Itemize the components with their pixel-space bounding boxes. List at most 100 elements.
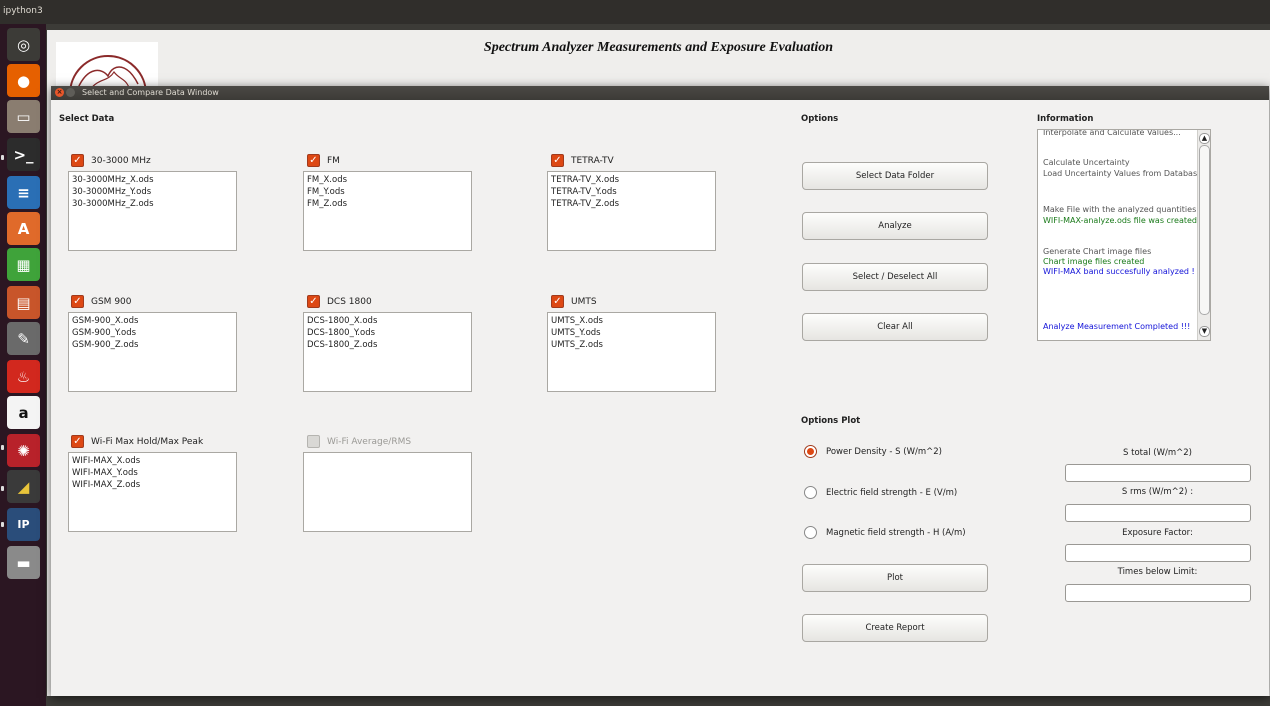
radio-label: Power Density - S (W/m^2) — [826, 446, 942, 457]
list-item[interactable]: WIFI-MAX_Y.ods — [72, 467, 233, 479]
group-label: UMTS — [571, 296, 597, 307]
list-item[interactable]: WIFI-MAX_X.ods — [72, 455, 233, 467]
analyze-button[interactable]: Analyze — [802, 212, 988, 240]
list-item[interactable]: FM_Y.ods — [307, 186, 468, 198]
group-label: Wi-Fi Max Hold/Max Peak — [91, 436, 204, 447]
chevron-up-icon[interactable]: ▲ — [1199, 133, 1210, 144]
exposure-factor-field[interactable] — [1065, 544, 1251, 562]
log-scrollbar[interactable]: ▲ ▼ — [1197, 130, 1210, 340]
list-item[interactable]: UMTS_Z.ods — [551, 339, 712, 351]
select-deselect-all-button[interactable]: Select / Deselect All — [802, 263, 988, 291]
log-line: Load Uncertainty Values from Database — [1043, 169, 1203, 178]
software-center-icon[interactable]: A — [7, 212, 40, 245]
file-list-fm[interactable]: FM_X.ods FM_Y.ods FM_Z.ods — [303, 171, 472, 251]
log-line: Generate Chart image files — [1043, 247, 1152, 256]
list-item[interactable]: TETRA-TV_Z.ods — [551, 198, 712, 210]
writer-icon[interactable]: ≡ — [7, 176, 40, 209]
log-line: WIFI-MAX-analyze.ods file was created — [1043, 216, 1197, 225]
information-heading: Information — [1037, 114, 1094, 124]
list-item[interactable]: GSM-900_Z.ods — [72, 339, 233, 351]
group-label: TETRA-TV — [571, 155, 614, 166]
main-window-title: Spectrum Analyzer Measurements and Expos… — [483, 40, 834, 55]
list-item[interactable]: TETRA-TV_Y.ods — [551, 186, 712, 198]
s-rms-field[interactable] — [1065, 504, 1251, 522]
launcher-running-indicator — [1, 445, 4, 450]
fire-icon[interactable]: ♨ — [7, 360, 40, 393]
launcher-running-indicator — [1, 522, 4, 527]
settings-icon[interactable]: ✎ — [7, 322, 40, 355]
list-item[interactable]: TETRA-TV_X.ods — [551, 174, 712, 186]
list-item[interactable]: DCS-1800_Y.ods — [307, 327, 468, 339]
list-item[interactable]: 30-3000MHz_Y.ods — [72, 186, 233, 198]
radio-power-density[interactable]: Power Density - S (W/m^2) — [804, 445, 942, 458]
list-item[interactable]: WIFI-MAX_Z.ods — [72, 479, 233, 491]
group-label: 30-3000 MHz — [91, 155, 151, 166]
file-list-wifi-max[interactable]: WIFI-MAX_X.ods WIFI-MAX_Y.ods WIFI-MAX_Z… — [68, 452, 237, 532]
close-icon[interactable]: × — [55, 88, 64, 97]
scrollbar-thumb[interactable] — [1199, 145, 1210, 315]
checkbox-checked-icon: ✓ — [307, 154, 320, 167]
checkbox-checked-icon: ✓ — [71, 435, 84, 448]
times-below-limit-field[interactable] — [1065, 584, 1251, 602]
ruler-icon[interactable]: ◢ — [7, 470, 40, 503]
checkbox-checked-icon: ✓ — [71, 295, 84, 308]
options-plot-heading: Options Plot — [801, 416, 861, 426]
radio-label: Electric field strength - E (V/m) — [826, 487, 958, 498]
list-item[interactable]: UMTS_X.ods — [551, 315, 712, 327]
terminal-icon[interactable]: >_ — [7, 138, 40, 171]
list-item[interactable]: FM_Z.ods — [307, 198, 468, 210]
file-list-umts[interactable]: UMTS_X.ods UMTS_Y.ods UMTS_Z.ods — [547, 312, 716, 392]
amazon-icon[interactable]: a — [7, 396, 40, 429]
firefox-icon[interactable]: ● — [7, 64, 40, 97]
group-tetra-tv-checkbox[interactable]: ✓ TETRA-TV — [551, 154, 614, 167]
radio-label: Magnetic field strength - H (A/m) — [826, 527, 966, 538]
group-dcs1800-checkbox[interactable]: ✓ DCS 1800 — [307, 295, 372, 308]
chevron-down-icon[interactable]: ▼ — [1199, 326, 1210, 337]
impress-icon[interactable]: ▤ — [7, 286, 40, 319]
radio-electric-field[interactable]: Electric field strength - E (V/m) — [804, 486, 957, 499]
list-item[interactable]: GSM-900_X.ods — [72, 315, 233, 327]
group-label: FM — [327, 155, 340, 166]
drive-icon[interactable]: ▬ — [7, 546, 40, 579]
s-rms-label: S rms (W/m^2) : — [1121, 487, 1194, 497]
list-item[interactable]: DCS-1800_Z.ods — [307, 339, 468, 351]
group-wifi-average-checkbox[interactable]: Wi-Fi Average/RMS — [307, 435, 411, 448]
list-item[interactable]: DCS-1800_X.ods — [307, 315, 468, 327]
radio-unselected-icon — [804, 526, 817, 539]
group-30-3000mhz-checkbox[interactable]: ✓ 30-3000 MHz — [71, 154, 151, 167]
s-total-field[interactable] — [1065, 464, 1251, 482]
list-item[interactable]: FM_X.ods — [307, 174, 468, 186]
calc-icon[interactable]: ▦ — [7, 248, 40, 281]
log-line: Chart image files created — [1043, 257, 1145, 266]
file-list-30-3000mhz[interactable]: 30-3000MHz_X.ods 30-3000MHz_Y.ods 30-300… — [68, 171, 237, 251]
group-label: GSM 900 — [91, 296, 132, 307]
web-icon[interactable]: ✺ — [7, 434, 40, 467]
group-fm-checkbox[interactable]: ✓ FM — [307, 154, 340, 167]
file-list-gsm900[interactable]: GSM-900_X.ods GSM-900_Y.ods GSM-900_Z.od… — [68, 312, 237, 392]
radio-magnetic-field[interactable]: Magnetic field strength - H (A/m) — [804, 526, 966, 539]
checkbox-checked-icon: ✓ — [71, 154, 84, 167]
list-item[interactable]: GSM-900_Y.ods — [72, 327, 233, 339]
select-data-heading: Select Data — [59, 114, 115, 124]
group-wifi-max-checkbox[interactable]: ✓ Wi-Fi Max Hold/Max Peak — [71, 435, 203, 448]
ipython-icon[interactable]: IP — [7, 508, 40, 541]
create-report-button[interactable]: Create Report — [802, 614, 988, 642]
group-gsm900-checkbox[interactable]: ✓ GSM 900 — [71, 295, 132, 308]
group-umts-checkbox[interactable]: ✓ UMTS — [551, 295, 597, 308]
file-list-dcs1800[interactable]: DCS-1800_X.ods DCS-1800_Y.ods DCS-1800_Z… — [303, 312, 472, 392]
list-item[interactable]: UMTS_Y.ods — [551, 327, 712, 339]
log-line: Make File with the analyzed quantities — [1043, 205, 1197, 214]
files-icon[interactable]: ▭ — [7, 100, 40, 133]
information-log[interactable]: Interpolate and Calculate Values... Calc… — [1037, 129, 1211, 341]
list-item[interactable]: 30-3000MHz_Z.ods — [72, 198, 233, 210]
plot-button[interactable]: Plot — [802, 564, 988, 592]
clear-all-button[interactable]: Clear All — [802, 313, 988, 341]
list-item[interactable]: 30-3000MHz_X.ods — [72, 174, 233, 186]
radio-unselected-icon — [804, 486, 817, 499]
file-list-wifi-average[interactable] — [303, 452, 472, 532]
file-list-tetra-tv[interactable]: TETRA-TV_X.ods TETRA-TV_Y.ods TETRA-TV_Z… — [547, 171, 716, 251]
select-data-folder-button[interactable]: Select Data Folder — [802, 162, 988, 190]
minimize-icon[interactable] — [66, 88, 75, 97]
checkbox-checked-icon: ✓ — [307, 295, 320, 308]
ubuntu-dash-icon[interactable]: ◎ — [7, 28, 40, 61]
